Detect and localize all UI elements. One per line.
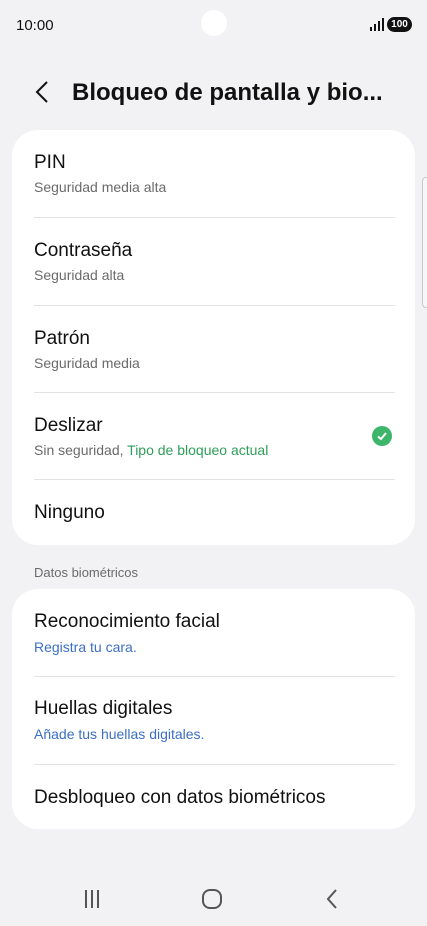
navigation-bar — [0, 866, 427, 926]
nav-back-button[interactable] — [312, 884, 352, 914]
lock-option-none[interactable]: Ninguno — [12, 480, 415, 545]
section-label-biometrics: Datos biométricos — [34, 565, 139, 580]
lock-option-pin[interactable]: PIN Seguridad media alta — [12, 130, 415, 218]
option-title: Reconocimiento facial — [34, 611, 220, 632]
check-circle-icon — [372, 426, 392, 446]
option-title: Ninguno — [34, 502, 105, 523]
fingerprints-item[interactable]: Huellas digitales Añade tus huellas digi… — [12, 677, 415, 765]
battery-indicator: 100 — [387, 17, 412, 32]
option-title: Deslizar — [34, 415, 103, 436]
recents-button[interactable] — [72, 884, 112, 914]
current-lock-label: Tipo de bloqueo actual — [127, 442, 269, 458]
home-icon — [202, 889, 222, 909]
back-button[interactable] — [28, 78, 56, 106]
page-title: Bloqueo de pantalla y bio... — [72, 79, 383, 106]
option-title: Desbloqueo con datos biométricos — [34, 787, 326, 808]
status-time: 10:00 — [16, 17, 54, 34]
option-subtitle: Registra tu cara. — [34, 639, 137, 655]
lock-option-swipe[interactable]: Deslizar Sin seguridad, Tipo de bloqueo … — [12, 393, 415, 481]
option-subtitle: Seguridad media alta — [34, 179, 167, 195]
face-recognition-item[interactable]: Reconocimiento facial Registra tu cara. — [12, 589, 415, 677]
chevron-left-icon — [35, 81, 48, 103]
option-subtitle: Seguridad media — [34, 355, 140, 371]
scroll-indicator[interactable] — [422, 177, 427, 308]
lock-type-card: PIN Seguridad media alta Contraseña Segu… — [12, 130, 415, 545]
option-subtitle-text: Sin seguridad, — [34, 442, 124, 458]
option-title: Patrón — [34, 328, 90, 349]
option-subtitle: Sin seguridad, Tipo de bloqueo actual — [34, 442, 268, 458]
option-title: PIN — [34, 152, 66, 173]
status-bar: 10:00 100 — [0, 0, 427, 52]
lock-option-pattern[interactable]: Patrón Seguridad media — [12, 306, 415, 394]
biometrics-card: Reconocimiento facial Registra tu cara. … — [12, 589, 415, 829]
signal-bars-icon — [370, 18, 384, 31]
home-button[interactable] — [192, 884, 232, 914]
option-title: Huellas digitales — [34, 698, 173, 719]
option-subtitle: Seguridad alta — [34, 267, 125, 283]
back-icon — [326, 889, 337, 909]
lock-option-password[interactable]: Contraseña Seguridad alta — [12, 218, 415, 306]
camera-cutout — [201, 10, 227, 36]
biometric-unlock-item[interactable]: Desbloqueo con datos biométricos — [12, 765, 415, 829]
header: Bloqueo de pantalla y bio... — [0, 70, 427, 114]
recents-icon — [85, 890, 99, 908]
option-title: Contraseña — [34, 240, 133, 261]
option-subtitle: Añade tus huellas digitales. — [34, 726, 205, 742]
